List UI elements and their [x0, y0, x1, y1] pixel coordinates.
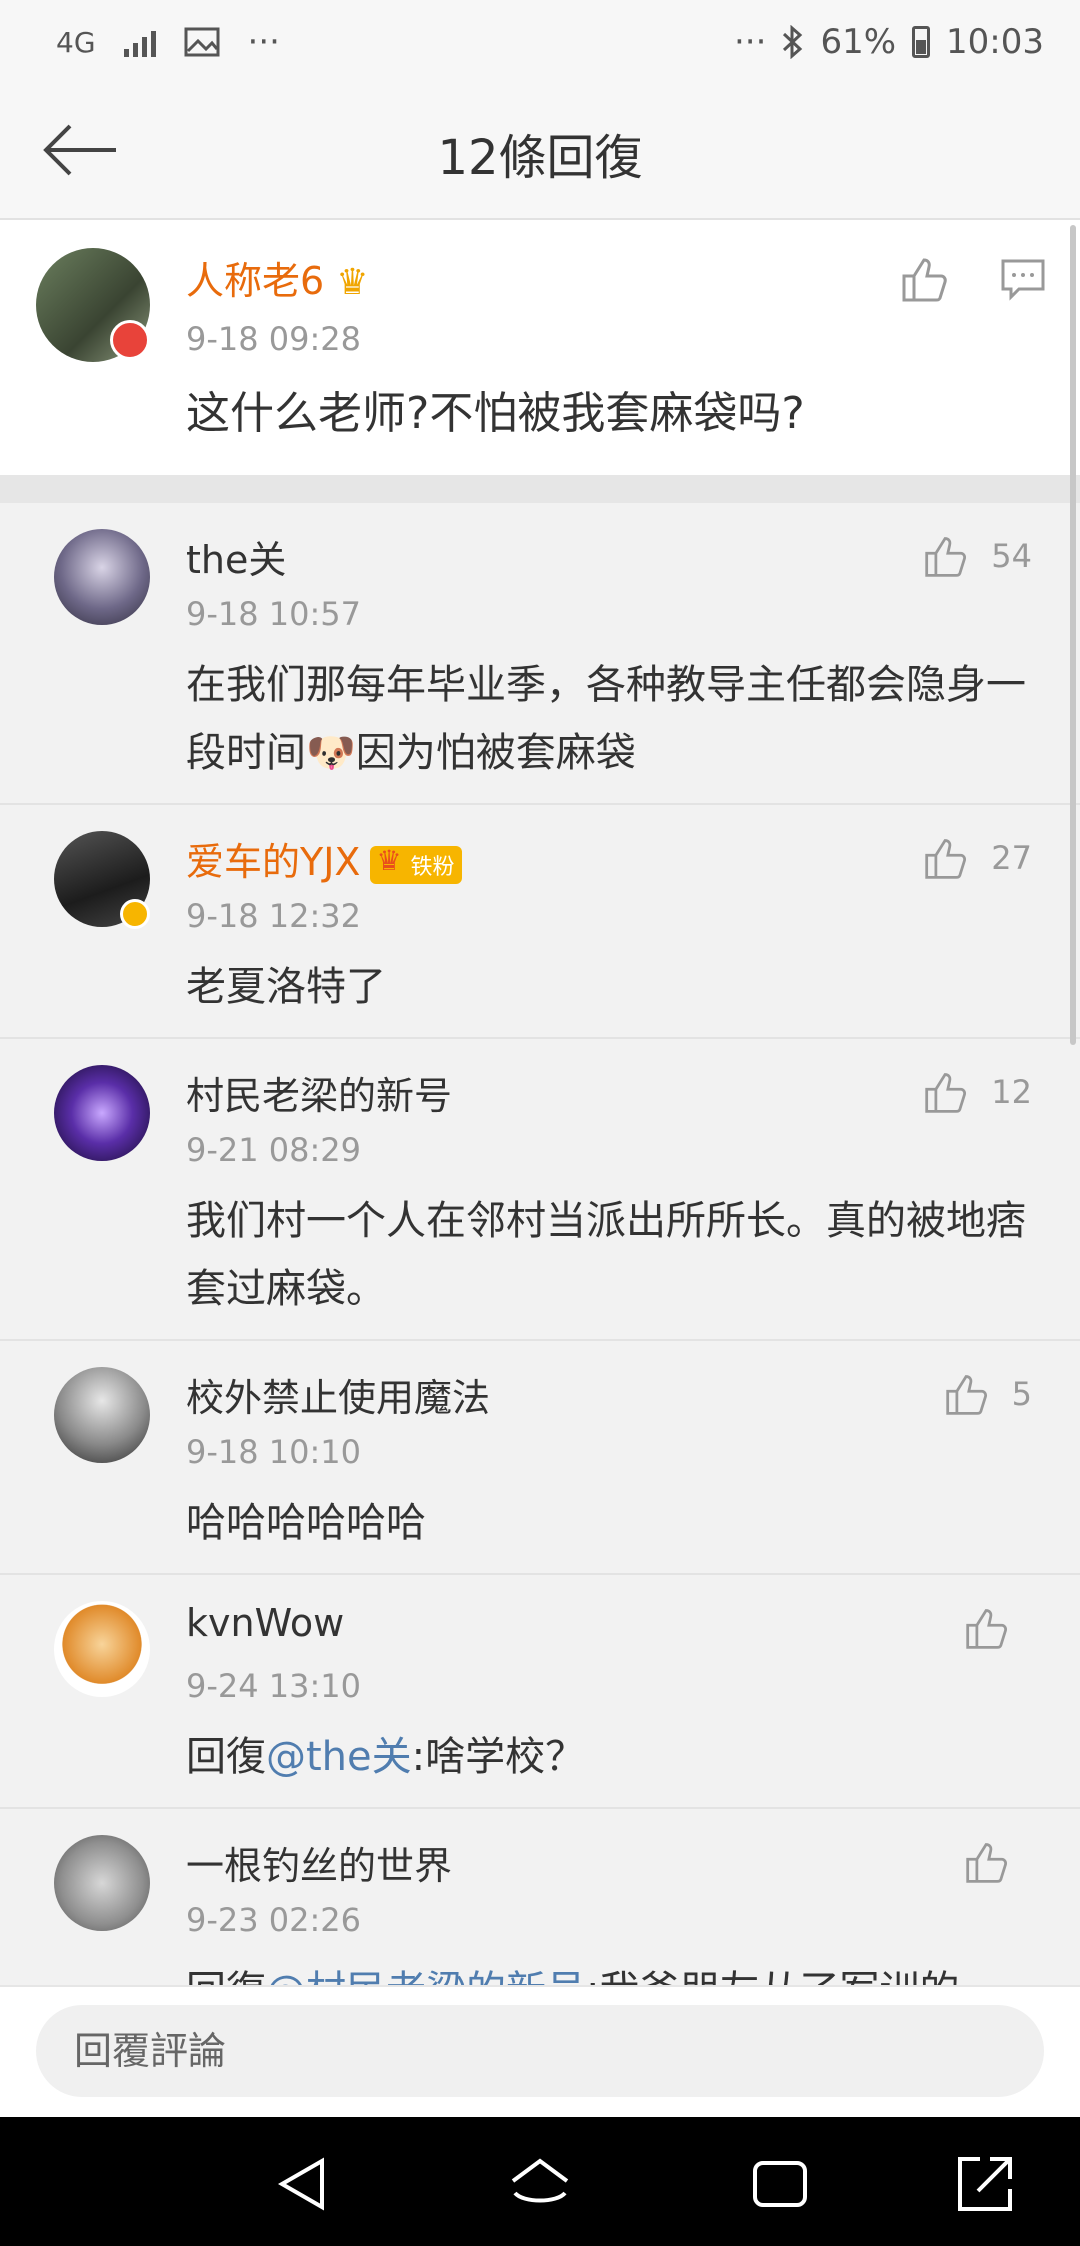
comment-time: 9-23 02:26: [186, 1901, 362, 1939]
reply-item[interactable]: kvnWow 9-24 13:10 回復@the关:啥学校？: [0, 1575, 1080, 1809]
comment-time: 9-21 08:29: [186, 1131, 362, 1169]
section-divider: [0, 475, 1080, 503]
more-status-icon-right: ···: [734, 22, 767, 62]
mention-link[interactable]: @村民老梁的新号: [266, 1968, 586, 1985]
page-title: 12條回復: [437, 130, 643, 186]
comment-time: 9-24 13:10: [186, 1667, 362, 1705]
like-count: 54: [991, 537, 1032, 575]
like-button[interactable]: [964, 1839, 1032, 1885]
commenter-name[interactable]: 一根钓丝的世界: [186, 1835, 452, 1890]
like-count: 5: [1011, 1375, 1032, 1413]
avatar[interactable]: [54, 529, 150, 625]
avatar[interactable]: [54, 1601, 150, 1697]
comment-text: 这什么老师?不怕被我套麻袋吗?: [186, 388, 805, 439]
commenter-name[interactable]: kvnWow: [186, 1601, 344, 1645]
verified-badge-icon: [120, 899, 150, 929]
battery-icon: [912, 26, 931, 58]
comment-time: 9-18 10:57: [186, 595, 362, 633]
reply-item[interactable]: the关 9-18 10:57 在我们那每年毕业季，各种教导主任都会隐身一段时间…: [0, 503, 1080, 805]
reply-item[interactable]: 校外禁止使用魔法 9-18 10:10 哈哈哈哈哈哈 5: [0, 1341, 1080, 1575]
thumbs-up-icon: [925, 537, 967, 577]
comment-text: 回復@村民老梁的新号:我爸朋友从了军训的: [186, 1957, 1030, 1985]
thumbs-up-icon: [945, 1375, 987, 1415]
avatar[interactable]: [54, 1367, 150, 1463]
like-count: 27: [991, 839, 1032, 877]
thumbs-up-icon[interactable]: [900, 254, 950, 304]
thumbs-up-icon: [925, 1073, 967, 1113]
reply-item[interactable]: 一根钓丝的世界 9-23 02:26 回復@村民老梁的新号:我爸朋友从了军训的: [0, 1809, 1080, 1985]
clock: 10:03: [946, 22, 1044, 62]
nav-back-icon[interactable]: [270, 2149, 340, 2219]
commenter-name[interactable]: 村民老梁的新号: [186, 1065, 452, 1120]
signal-icon: [123, 27, 156, 57]
fan-badge: 铁粉: [370, 844, 463, 884]
nav-home-icon[interactable]: [505, 2149, 575, 2219]
comment-text: 老夏洛特了: [186, 964, 386, 1010]
comment-text: 回復@the关:啥学校？: [186, 1734, 586, 1780]
commenter-name[interactable]: 校外禁止使用魔法: [186, 1367, 490, 1422]
like-button[interactable]: 12: [923, 1069, 1032, 1115]
nav-expand-icon[interactable]: [950, 2149, 1020, 2219]
more-status-icon: ···: [247, 22, 280, 62]
commenter-name[interactable]: 爱车的YJX铁粉: [186, 831, 463, 886]
avatar[interactable]: [54, 1835, 150, 1931]
comment-text: 哈哈哈哈哈哈: [186, 1500, 426, 1546]
thumbs-up-icon: [966, 1609, 1007, 1649]
comment-time: 9-18 09:28: [186, 320, 362, 358]
scrollbar[interactable]: [1070, 225, 1076, 1045]
nav-recents-icon[interactable]: [745, 2149, 815, 2219]
status-bar: 4G ··· ··· 61% 10:03: [0, 0, 1080, 90]
commenter-name[interactable]: the关: [186, 529, 286, 584]
reply-input[interactable]: 回覆評論: [36, 2005, 1044, 2097]
comment-thread[interactable]: 人称老6 ♛ 9-18 09:28 这什么老师?不怕被我套麻袋吗? the关 9…: [0, 220, 1080, 1985]
network-label: 4G: [56, 25, 96, 59]
battery-percent: 61%: [820, 22, 897, 62]
thumbs-up-icon: [925, 839, 967, 879]
bluetooth-icon: [783, 25, 803, 59]
reply-icon[interactable]: [1000, 258, 1046, 302]
comment-time: 9-18 10:10: [186, 1433, 362, 1471]
like-button[interactable]: [964, 1605, 1032, 1651]
vip-crown-icon: ♛: [336, 262, 369, 303]
reply-item[interactable]: 爱车的YJX铁粉 9-18 12:32 老夏洛特了 27: [0, 805, 1080, 1039]
comment-time: 9-18 12:32: [186, 897, 362, 935]
like-count: 12: [991, 1073, 1032, 1111]
avatar[interactable]: [54, 1065, 150, 1161]
image-icon: [184, 27, 220, 57]
verified-badge-icon: [110, 320, 150, 360]
header: 12條回復: [0, 90, 1080, 220]
reply-input-bar: 回覆評論: [0, 1985, 1080, 2119]
commenter-name[interactable]: 人称老6 ♛: [186, 250, 369, 305]
comment-text: 我们村一个人在邻村当派出所所长。真的被地痞套过麻袋。: [186, 1198, 1026, 1312]
like-button[interactable]: 27: [923, 835, 1032, 881]
main-comment: 人称老6 ♛ 9-18 09:28 这什么老师?不怕被我套麻袋吗?: [0, 220, 1080, 475]
comment-text: 在我们那每年毕业季，各种教导主任都会隐身一段时间🐶因为怕被套麻袋: [186, 662, 1026, 776]
thumbs-up-icon: [966, 1843, 1007, 1883]
reply-item[interactable]: 村民老梁的新号 9-21 08:29 我们村一个人在邻村当派出所所长。真的被地痞…: [0, 1039, 1080, 1341]
like-button[interactable]: 5: [944, 1371, 1032, 1417]
system-nav-bar: [0, 2117, 1080, 2246]
like-button[interactable]: 54: [923, 533, 1032, 579]
mention-link[interactable]: @the关: [266, 1734, 412, 1780]
